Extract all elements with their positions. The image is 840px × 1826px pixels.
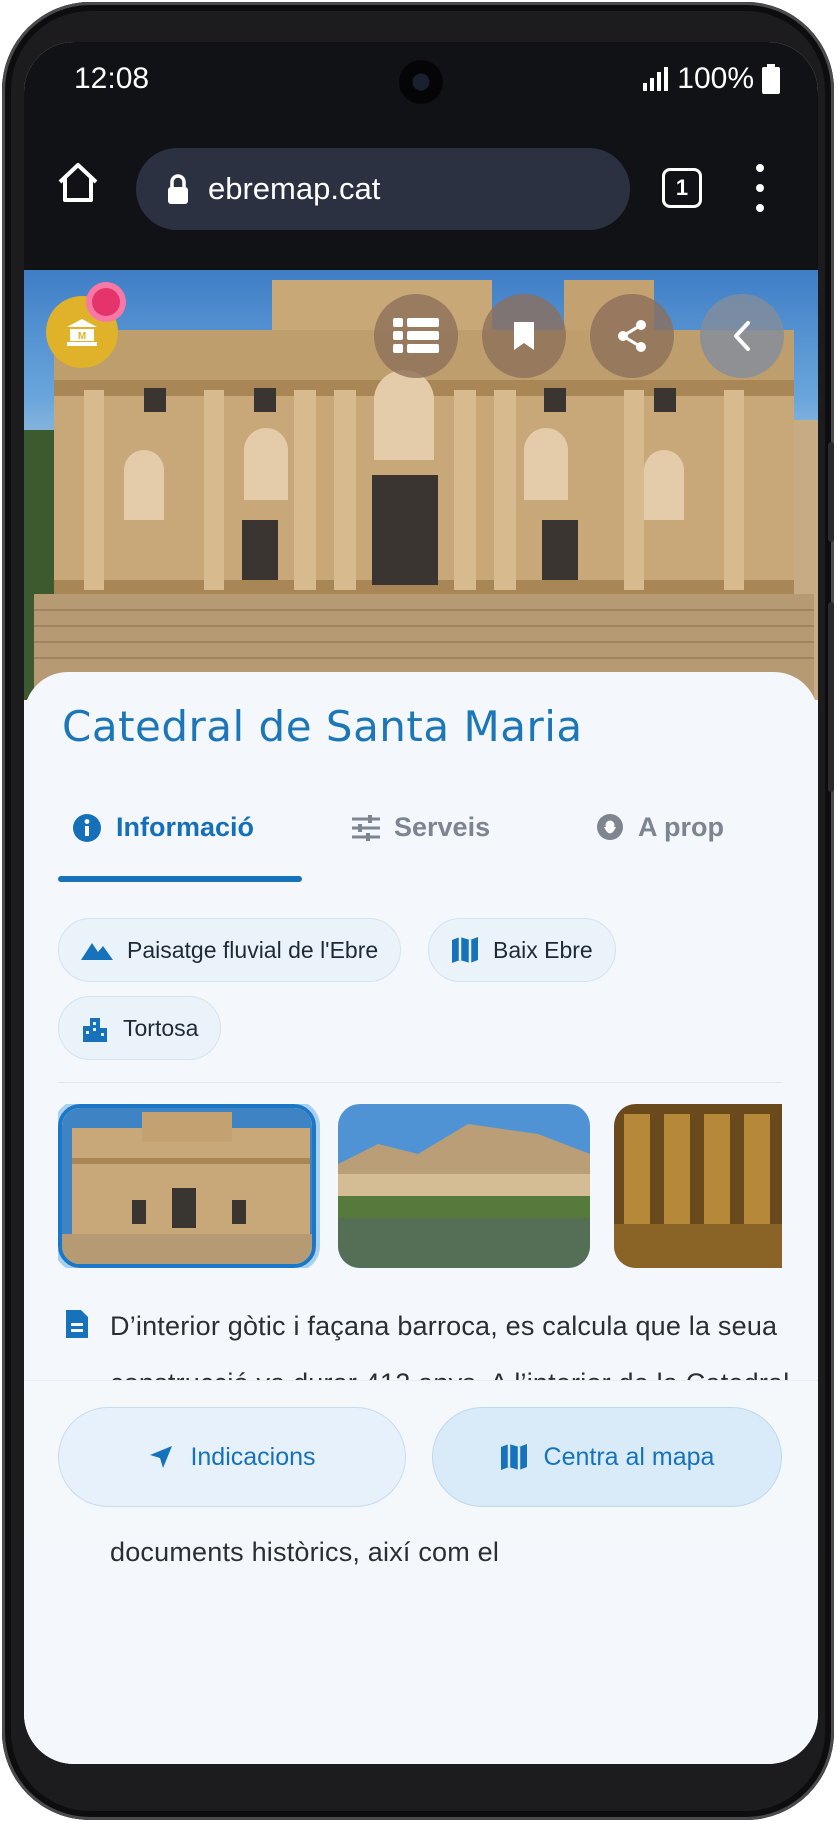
gallery-thumbnail-interior[interactable]	[614, 1104, 782, 1268]
volume-button	[828, 442, 834, 542]
chip-paisatge-fluvial[interactable]: Paisatge fluvial de l'Ebre	[58, 918, 402, 982]
chip-tortosa[interactable]: Tortosa	[58, 996, 222, 1060]
tab-label: Informació	[116, 812, 255, 842]
back-button[interactable]	[700, 294, 784, 378]
phone-frame: 12:08 100% ebremap.cat 1 M Catedral de S…	[2, 2, 834, 1820]
share-button[interactable]	[590, 294, 674, 378]
overflow-menu-icon[interactable]	[754, 164, 766, 212]
battery-percent: 100%	[677, 62, 754, 95]
city-icon	[83, 1018, 107, 1042]
chip-label: Baix Ebre	[493, 936, 593, 963]
place-detail-sheet: Catedral de Santa Maria Informació Serve…	[24, 672, 818, 1764]
browser-toolbar: ebremap.cat 1	[24, 118, 818, 270]
share-icon	[618, 320, 646, 352]
list-icon	[393, 318, 439, 353]
tab-a-prop[interactable]: A prop	[596, 812, 724, 843]
tab-label: A prop	[638, 812, 724, 842]
lock-icon	[168, 174, 188, 204]
gallery-thumbnail-river[interactable]	[338, 1104, 590, 1268]
gallery-thumbnail-facade[interactable]	[58, 1104, 316, 1268]
tab-informacio[interactable]: Informació	[72, 812, 254, 843]
status-bar: 12:08 100%	[24, 42, 818, 118]
directions-label: Indicacions	[190, 1442, 316, 1471]
map-icon	[500, 1444, 527, 1470]
chip-label: Tortosa	[123, 1014, 199, 1041]
tab-switcher-button[interactable]: 1	[662, 168, 702, 208]
notification-dot	[86, 282, 126, 322]
power-button	[828, 602, 834, 792]
divider	[58, 1082, 782, 1083]
bookmark-icon	[514, 322, 534, 350]
front-camera	[399, 60, 443, 104]
directions-button[interactable]: Indicacions	[58, 1407, 406, 1507]
map-icon	[452, 937, 478, 963]
museum-icon: M	[67, 319, 97, 346]
chip-label: Paisatge fluvial de l'Ebre	[127, 936, 379, 963]
status-time: 12:08	[74, 62, 150, 95]
photo-gallery[interactable]	[58, 1104, 782, 1268]
battery-icon	[762, 64, 780, 94]
document-icon	[66, 1310, 88, 1338]
center-map-button[interactable]: Centra al mapa	[432, 1407, 782, 1507]
center-map-label: Centra al mapa	[543, 1442, 715, 1471]
mountain-icon	[81, 943, 113, 960]
active-tab-indicator	[58, 876, 302, 882]
address-bar[interactable]: ebremap.cat	[136, 148, 630, 230]
detail-tabs: Informació Serveis A prop	[24, 792, 818, 888]
tab-serveis[interactable]: Serveis	[352, 812, 490, 843]
svg-text:M: M	[78, 331, 86, 342]
url-text: ebremap.cat	[208, 171, 381, 206]
chevron-left-icon	[734, 321, 750, 351]
home-icon[interactable]	[54, 158, 102, 206]
chip-baix-ebre[interactable]: Baix Ebre	[428, 918, 616, 982]
action-bar: Indicacions Centra al mapa	[24, 1380, 818, 1540]
screen: 12:08 100% ebremap.cat 1 M Catedral de S…	[24, 42, 818, 1764]
bookmark-button[interactable]	[482, 294, 566, 378]
signal-icon	[643, 67, 669, 91]
list-button[interactable]	[374, 294, 458, 378]
tab-label: Serveis	[394, 812, 491, 842]
place-title: Catedral de Santa Maria	[62, 702, 583, 751]
navigation-arrow-icon	[150, 1446, 173, 1468]
status-icons: 100%	[643, 62, 780, 96]
info-icon	[73, 813, 101, 842]
sliders-icon	[352, 814, 380, 841]
location-pin-icon	[597, 813, 623, 840]
